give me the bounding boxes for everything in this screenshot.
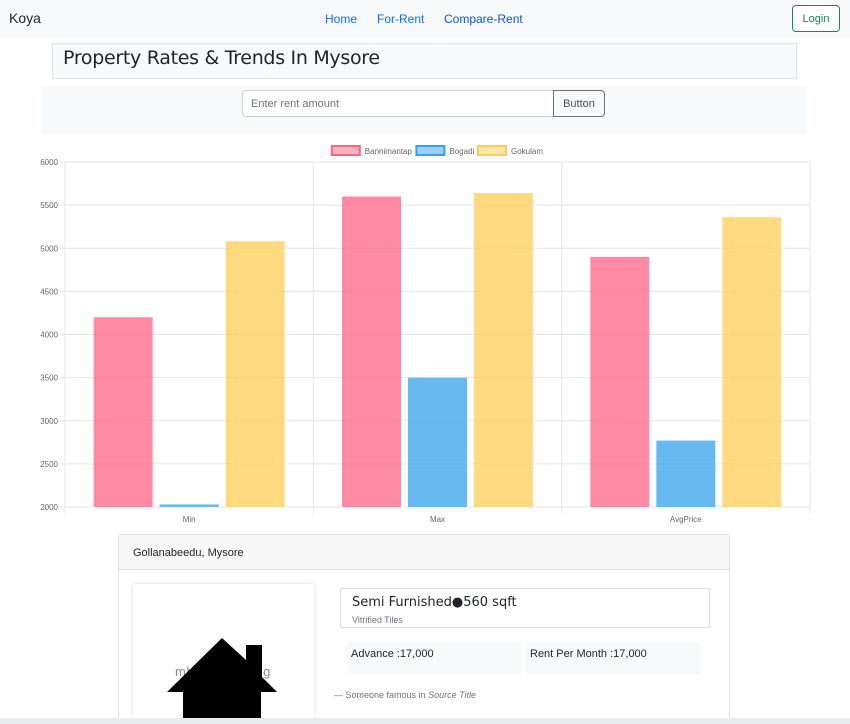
bar-bogadi: [159, 504, 219, 507]
quote-source: Source Title: [428, 690, 477, 700]
rent-per-month: Rent Per Month :17,000: [526, 642, 700, 674]
bar-bannimantap: [342, 196, 401, 507]
bar-bogadi: [656, 440, 716, 507]
house-icon: [167, 638, 277, 724]
y-tick-label: 5000: [40, 244, 58, 253]
search-button[interactable]: Button: [553, 90, 605, 117]
y-tick-label: 3500: [40, 374, 58, 383]
legend-label: Gokulam: [511, 147, 543, 156]
quote-prefix: — Someone famous in: [334, 690, 429, 700]
x-tick-label: AvgPrice: [670, 515, 702, 524]
title-panel: Property Rates & Trends In Mysore: [52, 43, 797, 79]
bar-bannimantap: [590, 256, 650, 507]
y-tick-label: 4000: [40, 331, 58, 340]
login-button[interactable]: Login: [792, 5, 840, 32]
navbar: Koya Home For-Rent Compare-Rent Login: [0, 0, 850, 38]
y-tick-label: 2000: [40, 503, 58, 512]
y-tick-label: 5500: [40, 201, 58, 210]
bar-bogadi: [408, 377, 467, 507]
spec-box: Semi Furnished●560 sqft Vitrified Tiles: [340, 588, 710, 628]
legend-swatch: [415, 145, 446, 156]
y-tick-label: 2500: [40, 460, 58, 469]
legend-label: Bogadi: [449, 147, 474, 156]
x-tick-label: Max: [430, 515, 445, 524]
nav-link-compare-rent[interactable]: Compare-Rent: [444, 12, 523, 26]
spec-subtitle: Vitrified Tiles: [352, 615, 403, 625]
brand-logo[interactable]: Koya: [9, 10, 41, 26]
y-tick-label: 6000: [40, 158, 58, 167]
legend-swatch: [330, 145, 361, 156]
bar-gokulam: [225, 241, 285, 507]
bar-bannimantap: [93, 317, 153, 507]
search-panel: Button: [41, 86, 807, 134]
legend-swatch: [477, 145, 507, 156]
page-title: Property Rates & Trends In Mysore: [63, 47, 380, 69]
nav-link-for-rent[interactable]: For-Rent: [377, 12, 424, 26]
spec-title: Semi Furnished●560 sqft: [352, 595, 517, 610]
bar-gokulam: [474, 193, 533, 508]
listing-image[interactable]: mhtemplate.jpg: [133, 584, 314, 724]
bottom-bar: [0, 718, 850, 724]
legend-label: Bannimantap: [365, 147, 413, 156]
x-tick-label: Min: [183, 515, 196, 524]
nav-link-home[interactable]: Home: [325, 12, 357, 26]
rent-amount-input[interactable]: [242, 90, 554, 117]
listing-location: Gollanabeedu, Mysore: [119, 535, 729, 570]
listing-card: Gollanabeedu, Mysore mhtemplate.jpg Semi…: [118, 534, 730, 724]
bar-gokulam: [722, 217, 782, 507]
quote-footer: — Someone famous in Source Title: [334, 690, 476, 700]
y-tick-label: 4500: [40, 287, 58, 296]
rent-comparison-chart: 2000 2500 3000 3500 4000 4500 5000 5500 6000 Min M…: [40, 145, 811, 524]
y-tick-label: 3000: [40, 417, 58, 426]
advance-amount: Advance :17,000: [347, 642, 521, 674]
